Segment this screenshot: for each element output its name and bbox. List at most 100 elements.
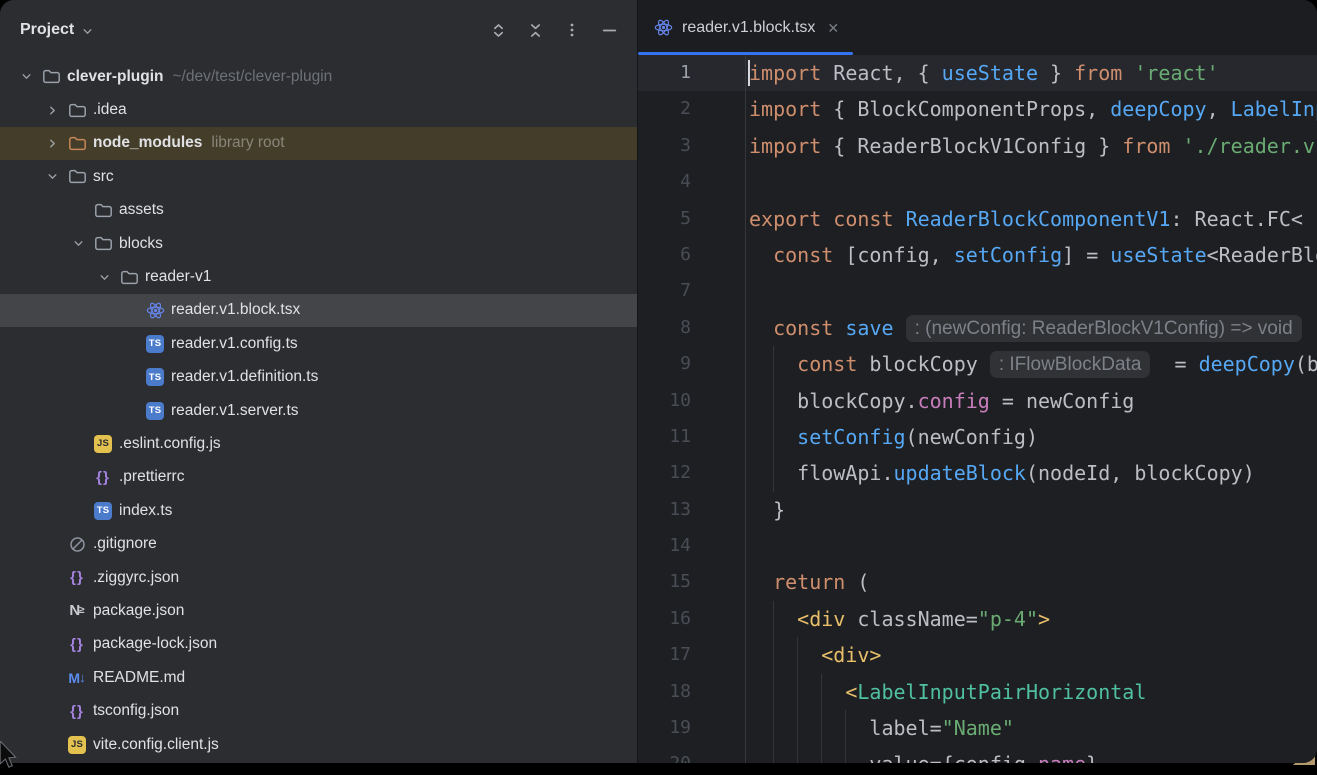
line-number-12[interactable]: 12 bbox=[638, 455, 691, 491]
chevron-down-icon[interactable] bbox=[92, 265, 116, 289]
line-number-18[interactable]: 18 bbox=[638, 674, 691, 710]
code-token: <ReaderBlockV1Config> bbox=[1207, 243, 1317, 267]
collapse-all-icon[interactable] bbox=[521, 16, 549, 44]
chevron-down-icon[interactable] bbox=[14, 65, 38, 89]
code-line-5[interactable]: export const ReaderBlockComponentV1: Rea… bbox=[749, 201, 1317, 237]
tree-item--prettierrc[interactable]: {}.prettierrc bbox=[0, 461, 637, 494]
code-token: ] = bbox=[1062, 243, 1110, 267]
line-number-13[interactable]: 13 bbox=[638, 492, 691, 528]
line-number-20[interactable]: 20 bbox=[638, 746, 691, 763]
code-line-18[interactable]: <LabelInputPairHorizontal bbox=[749, 674, 1317, 710]
code-line-15[interactable]: return ( bbox=[749, 564, 1317, 600]
tree-item-reader-v1[interactable]: reader-v1 bbox=[0, 260, 637, 293]
line-number-19[interactable]: 19 bbox=[638, 710, 691, 746]
tree-item--gitignore[interactable]: .gitignore bbox=[0, 527, 637, 560]
line-number-8[interactable]: 8 bbox=[638, 310, 691, 346]
code-line-20[interactable]: value={config.name} bbox=[749, 746, 1317, 763]
code-token: config bbox=[918, 389, 990, 413]
code-token: "p-4" bbox=[978, 607, 1038, 631]
tree-item-node-modules[interactable]: node_moduleslibrary root bbox=[0, 127, 637, 160]
code-token: setConfig bbox=[797, 425, 905, 449]
code-line-1[interactable]: import React, { useState } from 'react' bbox=[749, 55, 1317, 91]
hide-panel-icon[interactable] bbox=[595, 16, 623, 44]
tree-item-assets[interactable]: assets bbox=[0, 194, 637, 227]
tree-item--eslint-config-js[interactable]: JS.eslint.config.js bbox=[0, 427, 637, 460]
line-number-3[interactable]: 3 bbox=[638, 128, 691, 164]
folder-icon bbox=[64, 100, 90, 120]
tree-item-package-lock-json[interactable]: {}package-lock.json bbox=[0, 628, 637, 661]
line-number-11[interactable]: 11 bbox=[638, 419, 691, 455]
chevron-right-icon[interactable] bbox=[40, 98, 64, 122]
code-line-19[interactable]: label="Name" bbox=[749, 710, 1317, 746]
line-number-15[interactable]: 15 bbox=[638, 564, 691, 600]
tree-item-clever-plugin[interactable]: clever-plugin~/dev/test/clever-plugin bbox=[0, 60, 637, 93]
tree-item--idea[interactable]: .idea bbox=[0, 93, 637, 126]
line-number-16[interactable]: 16 bbox=[638, 601, 691, 637]
chevron-placeholder bbox=[66, 198, 90, 222]
code-line-13[interactable]: } bbox=[749, 492, 1317, 528]
more-options-icon[interactable] bbox=[558, 16, 586, 44]
tree-item-secondary: library root bbox=[211, 134, 284, 152]
expand-all-icon[interactable] bbox=[484, 16, 512, 44]
code-token: } bbox=[1086, 752, 1098, 763]
code-line-4[interactable] bbox=[749, 164, 1317, 200]
code-line-17[interactable]: <div> bbox=[749, 637, 1317, 673]
code-line-2[interactable]: import { BlockComponentProps, deepCopy, … bbox=[749, 91, 1317, 127]
line-number-9[interactable]: 9 bbox=[638, 346, 691, 382]
tree-item-blocks[interactable]: blocks bbox=[0, 227, 637, 260]
line-number-14[interactable]: 14 bbox=[638, 528, 691, 564]
line-number-1[interactable]: 1 bbox=[638, 55, 691, 91]
code-token: className= bbox=[845, 607, 977, 631]
code-token: , bbox=[1207, 97, 1231, 121]
code-line-7[interactable] bbox=[749, 273, 1317, 309]
tree-item--ziggyrc-json[interactable]: {}.ziggyrc.json bbox=[0, 561, 637, 594]
editor-tab-bar: reader.v1.block.tsx ✕ bbox=[638, 0, 1317, 56]
code-line-12[interactable]: flowApi.updateBlock(nodeId, blockCopy) bbox=[749, 455, 1317, 491]
line-number-17[interactable]: 17 bbox=[638, 637, 691, 673]
tree-item-tsconfig-json[interactable]: {}tsconfig.json bbox=[0, 694, 637, 727]
line-number-4[interactable]: 4 bbox=[638, 164, 691, 200]
project-title[interactable]: Project bbox=[20, 21, 74, 39]
tree-item-reader-v1-block-tsx[interactable]: reader.v1.block.tsx bbox=[0, 294, 637, 327]
code-token bbox=[894, 316, 906, 340]
code-line-16[interactable]: <div className="p-4"> bbox=[749, 601, 1317, 637]
code-line-3[interactable]: import { ReaderBlockV1Config } from './r… bbox=[749, 128, 1317, 164]
tree-item-reader-v1-definition-ts[interactable]: TSreader.v1.definition.ts bbox=[0, 361, 637, 394]
tab-reader-v1-block-tsx[interactable]: reader.v1.block.tsx ✕ bbox=[638, 0, 853, 55]
npm-icon: N≥ bbox=[64, 601, 90, 621]
project-header: Project bbox=[0, 0, 637, 60]
code-area[interactable]: 1234567891011121314151617181920 import R… bbox=[638, 55, 1317, 763]
code-line-11[interactable]: setConfig(newConfig) bbox=[749, 419, 1317, 455]
close-tab-icon[interactable]: ✕ bbox=[827, 21, 839, 35]
tree-item-readme-md[interactable]: M↓README.md bbox=[0, 661, 637, 694]
code-line-8[interactable]: const save : (newConfig: ReaderBlockV1Co… bbox=[749, 310, 1317, 346]
line-number-5[interactable]: 5 bbox=[638, 201, 691, 237]
code-lines: import React, { useState } from 'react'i… bbox=[749, 55, 1317, 763]
tree-item-src[interactable]: src bbox=[0, 160, 637, 193]
tree-item-reader-v1-config-ts[interactable]: TSreader.v1.config.ts bbox=[0, 327, 637, 360]
tree-item-reader-v1-server-ts[interactable]: TSreader.v1.server.ts bbox=[0, 394, 637, 427]
code-line-14[interactable] bbox=[749, 528, 1317, 564]
code-token: { ReaderBlockV1Config } bbox=[821, 134, 1122, 158]
code-line-6[interactable]: const [config, setConfig] = useState<Rea… bbox=[749, 237, 1317, 273]
code-token: : React.FC< bbox=[1170, 207, 1302, 231]
chevron-placeholder bbox=[118, 365, 142, 389]
code-line-10[interactable]: blockCopy.config = newConfig bbox=[749, 383, 1317, 419]
code-line-9[interactable]: const blockCopy : IFlowBlockData = deepC… bbox=[749, 346, 1317, 382]
code-token: 'react' bbox=[1134, 61, 1218, 85]
chevron-down-icon[interactable] bbox=[40, 165, 64, 189]
chevron-down-icon[interactable] bbox=[66, 232, 90, 256]
code-token bbox=[749, 316, 773, 340]
tree-item-vite-config-client-js[interactable]: JSvite.config.client.js bbox=[0, 728, 637, 761]
line-number-10[interactable]: 10 bbox=[638, 383, 691, 419]
code-token: name bbox=[1038, 752, 1086, 763]
js-icon: JS bbox=[90, 434, 116, 454]
line-number-7[interactable]: 7 bbox=[638, 273, 691, 309]
tree-item-package-json[interactable]: N≥package.json bbox=[0, 594, 637, 627]
line-number-6[interactable]: 6 bbox=[638, 237, 691, 273]
chevron-right-icon[interactable] bbox=[40, 131, 64, 155]
line-number-2[interactable]: 2 bbox=[638, 91, 691, 127]
gutter-separator bbox=[745, 55, 746, 763]
chevron-down-icon[interactable] bbox=[80, 24, 95, 39]
tree-item-index-ts[interactable]: TSindex.ts bbox=[0, 494, 637, 527]
